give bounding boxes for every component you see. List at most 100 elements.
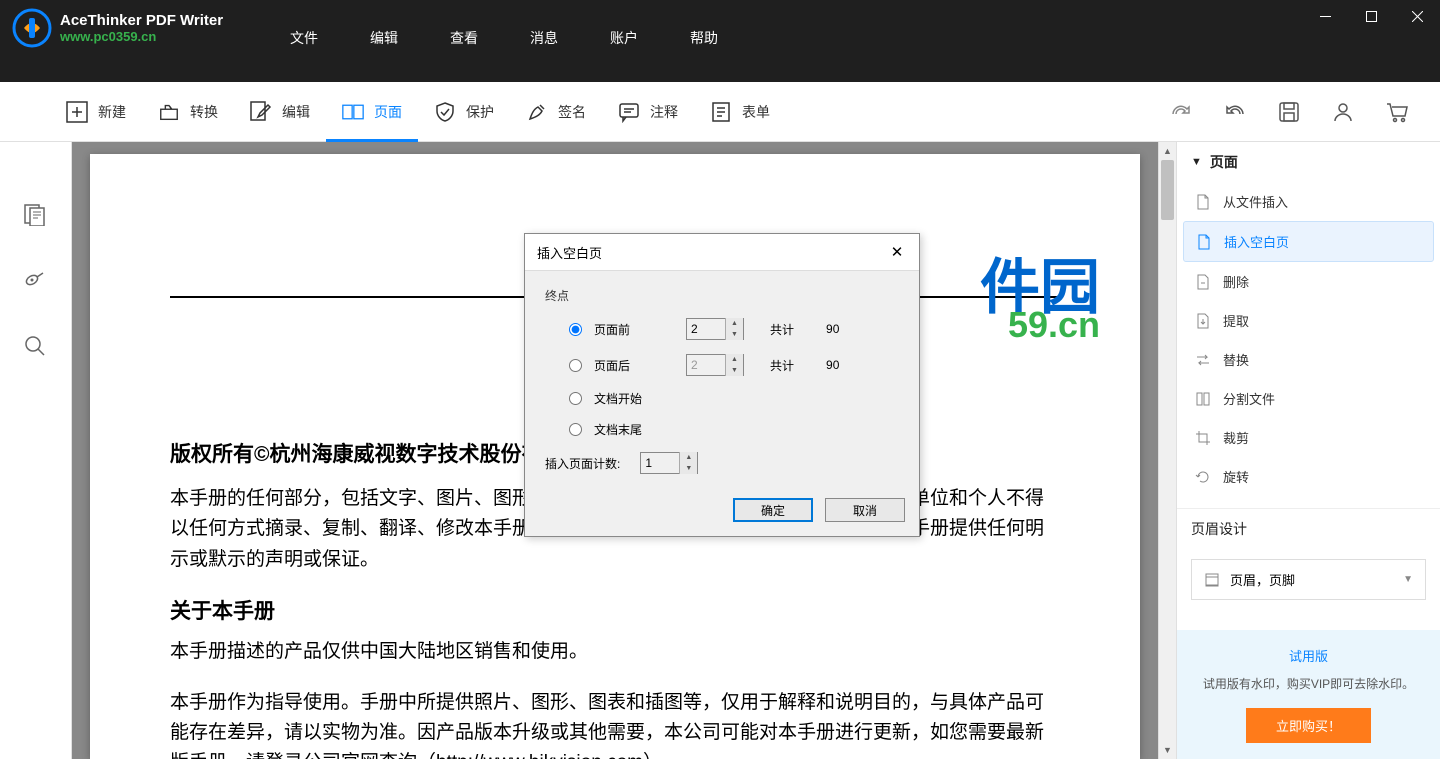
menu-help[interactable]: 帮助 [690, 28, 718, 48]
crop-icon [1195, 430, 1211, 446]
doc-paragraph: 本手册作为指导使用。手册中所提供照片、图形、图表和插图等，仅用于解释和说明目的，… [170, 688, 1060, 759]
dialog-cancel-button[interactable]: 取消 [825, 498, 905, 522]
plus-icon [66, 101, 88, 123]
undo-icon[interactable] [1222, 99, 1248, 125]
radio-doc-start[interactable] [569, 392, 582, 405]
dialog-ok-button[interactable]: 确定 [733, 498, 813, 522]
spin-up-icon[interactable]: ▲ [726, 354, 743, 365]
rp-split[interactable]: 分割文件 [1183, 379, 1434, 418]
chevron-down-icon: ▼ [1403, 574, 1413, 585]
file-plus-icon [1195, 194, 1211, 210]
page-before-input[interactable] [687, 322, 725, 336]
radio-page-after-row: 页面后 ▲▼ 共计 90 [569, 354, 899, 376]
spin-up-icon[interactable]: ▲ [726, 318, 743, 329]
save-icon[interactable] [1276, 99, 1302, 125]
minimize-button[interactable] [1302, 0, 1348, 32]
dialog-titlebar[interactable]: 插入空白页 ✕ [525, 234, 919, 271]
app-logo-icon [12, 8, 52, 48]
rp-crop[interactable]: 裁剪 [1183, 418, 1434, 457]
menu-edit[interactable]: 编辑 [370, 28, 398, 48]
page-before-spinbox[interactable]: ▲▼ [686, 318, 744, 340]
page-after-input[interactable] [687, 358, 725, 372]
shield-icon [434, 101, 456, 123]
dialog-close-button[interactable]: ✕ [887, 242, 907, 262]
tool-page[interactable]: 页面 [326, 82, 418, 142]
trial-title: 试用版 [1189, 646, 1428, 665]
vertical-scrollbar[interactable]: ▲ ▼ [1158, 142, 1176, 759]
menu-view[interactable]: 查看 [450, 28, 478, 48]
redo-icon[interactable] [1168, 99, 1194, 125]
tool-protect[interactable]: 保护 [418, 82, 510, 142]
trial-banner: 试用版 试用版有水印，购买VIP即可去除水印。 立即购买！ [1177, 630, 1440, 759]
page-tools-list: 从文件插入 插入空白页 删除 提取 替换 分割文件 裁剪 旋转 [1177, 182, 1440, 508]
header-footer-dropdown[interactable]: 页眉，页脚 ▼ [1191, 559, 1426, 600]
pen-icon [526, 101, 548, 123]
dialog-title-text: 插入空白页 [537, 243, 602, 262]
bookmark-icon[interactable] [23, 268, 49, 294]
tool-comment[interactable]: 注释 [602, 82, 694, 142]
rp-rotate[interactable]: 旋转 [1183, 457, 1434, 496]
tool-new[interactable]: 新建 [50, 82, 142, 142]
file-minus-icon [1195, 274, 1211, 290]
tool-form[interactable]: 表单 [694, 82, 786, 142]
buy-now-button[interactable]: 立即购买！ [1246, 708, 1371, 743]
cart-icon[interactable] [1384, 99, 1410, 125]
close-button[interactable] [1394, 0, 1440, 32]
insert-count-spinbox[interactable]: ▲▼ [640, 452, 698, 474]
insert-count-input[interactable] [641, 456, 679, 470]
tool-convert[interactable]: 转换 [142, 82, 234, 142]
right-panel: ▼ 页面 从文件插入 插入空白页 删除 提取 替换 分割文件 裁剪 旋转 页眉设… [1176, 142, 1440, 759]
tool-edit[interactable]: 编辑 [234, 82, 326, 142]
panel-header-design[interactable]: 页眉设计 [1177, 509, 1440, 549]
user-icon[interactable] [1330, 99, 1356, 125]
rp-insert-from-file[interactable]: 从文件插入 [1183, 182, 1434, 221]
radio-page-after[interactable] [569, 359, 582, 372]
page-after-spinbox[interactable]: ▲▼ [686, 354, 744, 376]
rp-extract[interactable]: 提取 [1183, 301, 1434, 340]
header-footer-icon [1204, 572, 1220, 588]
insert-blank-page-dialog: 插入空白页 ✕ 终点 页面前 ▲▼ 共计 90 页面后 ▲▼ 共计 90 文档开… [524, 233, 920, 537]
radio-page-before[interactable] [569, 323, 582, 336]
split-icon [1195, 391, 1211, 407]
menu-message[interactable]: 消息 [530, 28, 558, 48]
spin-up-icon[interactable]: ▲ [680, 452, 697, 463]
convert-icon [158, 101, 180, 123]
endpoint-label: 终点 [545, 287, 899, 304]
app-name: AceThinker PDF Writer [60, 12, 223, 29]
edit-icon [250, 101, 272, 123]
rp-replace[interactable]: 替换 [1183, 340, 1434, 379]
page-icon [342, 101, 364, 123]
site-url: www.pc0359.cn [60, 29, 223, 44]
window-controls [1302, 0, 1440, 32]
rp-insert-blank[interactable]: 插入空白页 [1183, 221, 1434, 262]
spin-down-icon[interactable]: ▼ [726, 329, 743, 340]
tool-sign[interactable]: 签名 [510, 82, 602, 142]
watermark-url: 59.cn [1008, 304, 1100, 346]
scroll-down-icon[interactable]: ▼ [1159, 741, 1176, 759]
spin-down-icon[interactable]: ▼ [726, 365, 743, 376]
comment-icon [618, 101, 640, 123]
search-icon[interactable] [23, 334, 49, 360]
panel-header-page[interactable]: ▼ 页面 [1177, 142, 1440, 182]
menu-file[interactable]: 文件 [290, 28, 318, 48]
file-blank-icon [1196, 234, 1212, 250]
radio-doc-end[interactable] [569, 423, 582, 436]
form-icon [710, 101, 732, 123]
radio-doc-start-row: 文档开始 [569, 390, 899, 407]
titlebar: AceThinker PDF Writer www.pc0359.cn 文件 编… [0, 0, 1440, 82]
doc-paragraph: 本手册描述的产品仅供中国大陆地区销售和使用。 [170, 637, 1060, 667]
trial-text: 试用版有水印，购买VIP即可去除水印。 [1189, 675, 1428, 692]
toolbar: 新建 转换 编辑 页面 保护 签名 注释 表单 [0, 82, 1440, 142]
spin-down-icon[interactable]: ▼ [680, 463, 697, 474]
thumbnails-icon[interactable] [23, 202, 49, 228]
rotate-icon [1195, 469, 1211, 485]
rp-delete[interactable]: 删除 [1183, 262, 1434, 301]
insert-count-row: 插入页面计数: ▲▼ [545, 452, 899, 474]
radio-doc-end-row: 文档末尾 [569, 421, 899, 438]
scroll-up-icon[interactable]: ▲ [1159, 142, 1176, 160]
maximize-button[interactable] [1348, 0, 1394, 32]
chevron-down-icon: ▼ [1191, 156, 1202, 168]
menu-account[interactable]: 账户 [610, 28, 638, 48]
menu-bar: 文件 编辑 查看 消息 账户 帮助 [290, 28, 718, 48]
scroll-thumb[interactable] [1161, 160, 1174, 220]
